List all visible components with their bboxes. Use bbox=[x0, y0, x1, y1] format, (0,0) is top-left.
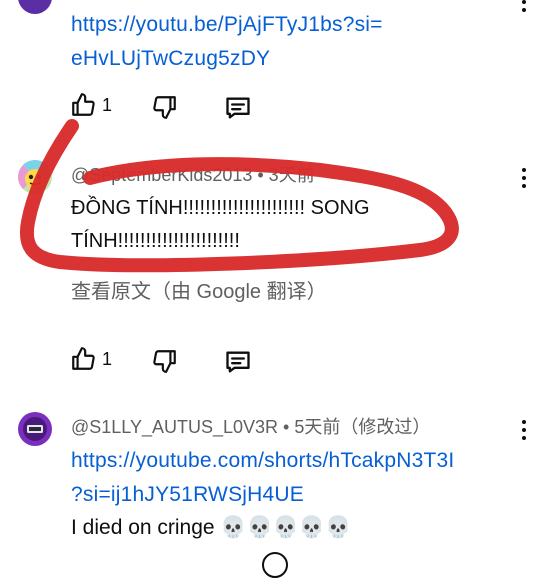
avatar[interactable] bbox=[18, 0, 52, 14]
reply-button[interactable] bbox=[224, 94, 252, 122]
dislike-button[interactable] bbox=[262, 552, 288, 578]
comment-author-meta[interactable]: @S1LLY_AUTUS_L0V3R • 5天前（修改过） bbox=[71, 415, 430, 439]
dislike-button[interactable] bbox=[152, 94, 178, 120]
see-original-link[interactable]: 查看原文（由 Google 翻译） bbox=[71, 278, 327, 306]
like-count: 1 bbox=[102, 94, 113, 115]
avatar-image bbox=[18, 160, 52, 194]
comment-link-continued[interactable]: ?si=ij1hJY51RWSjH4UE bbox=[71, 478, 304, 512]
like-count: 1 bbox=[102, 348, 113, 369]
thumb-down-icon bbox=[152, 348, 178, 374]
comment-link-continued[interactable]: eHvLUjTwCzug5zDY bbox=[71, 42, 270, 76]
avatar[interactable] bbox=[18, 160, 52, 194]
comment-link[interactable]: https://youtu.be/PjAjFTyJ1bs?si= bbox=[71, 8, 383, 42]
avatar-image bbox=[18, 412, 52, 446]
avatar[interactable] bbox=[18, 412, 52, 446]
comment-author-meta[interactable]: @SeptemberKids2013 • 3天前 bbox=[71, 163, 315, 187]
thumb-up-icon bbox=[70, 92, 96, 118]
thumb-up-icon bbox=[70, 346, 96, 372]
comment-link[interactable]: https://youtube.com/shorts/hTcakpN3T3I bbox=[71, 444, 454, 478]
more-vert-icon[interactable] bbox=[519, 168, 529, 188]
reply-icon bbox=[224, 94, 252, 122]
dislike-button[interactable] bbox=[152, 348, 178, 374]
reply-button[interactable] bbox=[224, 348, 252, 376]
more-vert-icon[interactable] bbox=[519, 0, 529, 12]
comment-text-continued: TÍNH!!!!!!!!!!!!!!!!!!!!!! bbox=[71, 230, 240, 252]
thumb-down-icon bbox=[152, 94, 178, 120]
reply-icon bbox=[224, 348, 252, 376]
like-button[interactable]: 1 bbox=[70, 92, 112, 118]
comment-text: I died on cringe 💀💀💀💀💀 bbox=[71, 516, 352, 539]
like-button[interactable]: 1 bbox=[70, 346, 112, 372]
comment-text: ĐỒNG TÍNH!!!!!!!!!!!!!!!!!!!!!! SONG bbox=[71, 197, 370, 219]
more-vert-icon[interactable] bbox=[519, 420, 529, 440]
